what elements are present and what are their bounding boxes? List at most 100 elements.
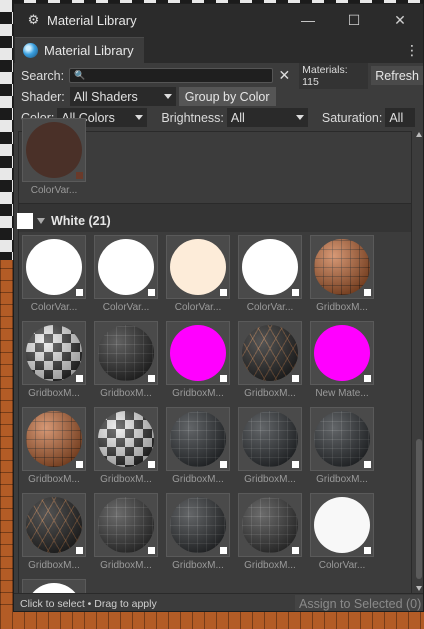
vertical-scrollbar[interactable] xyxy=(414,129,423,594)
chevron-down-icon xyxy=(135,115,144,120)
scroll-thumb[interactable] xyxy=(416,439,422,579)
close-button[interactable]: ✕ xyxy=(377,4,423,36)
app-gear-icon: ⚙ xyxy=(27,12,40,27)
clear-search-button[interactable]: ✕ xyxy=(276,67,293,84)
material-tile[interactable]: ColorVar... xyxy=(166,235,230,313)
material-sphere-icon xyxy=(23,43,38,58)
material-tile[interactable]: GridboxM... xyxy=(22,493,86,571)
material-thumbnail[interactable] xyxy=(22,321,86,385)
material-tile[interactable]: GridboxM... xyxy=(94,321,158,399)
material-sphere xyxy=(26,122,82,178)
material-tile[interactable]: GridboxM... xyxy=(310,235,374,313)
material-tile[interactable]: GridboxM... xyxy=(166,321,230,399)
selection-marker xyxy=(76,547,83,554)
material-label: GridboxM... xyxy=(316,302,368,313)
material-thumbnail[interactable] xyxy=(94,235,158,299)
material-sphere xyxy=(26,497,82,553)
tab-label: Material Library xyxy=(44,43,134,58)
material-tile[interactable]: GridboxM... xyxy=(166,493,230,571)
material-thumbnail[interactable] xyxy=(94,321,158,385)
selection-marker xyxy=(292,461,299,468)
material-tile[interactable]: GridboxM... xyxy=(238,321,302,399)
material-thumbnail[interactable] xyxy=(22,407,86,471)
material-thumbnail[interactable] xyxy=(166,493,230,557)
material-label: GridboxM... xyxy=(244,388,296,399)
tab-material-library[interactable]: Material Library xyxy=(15,37,144,63)
material-grid-panel[interactable]: ColorVar... White (21) ColorVar... ColorV… xyxy=(17,118,412,611)
material-thumbnail[interactable] xyxy=(22,118,86,182)
material-tile[interactable]: New Mate... xyxy=(310,321,374,399)
material-tile[interactable]: ColorVar... xyxy=(238,235,302,313)
saturation-dropdown[interactable]: All xyxy=(385,108,416,127)
group-title: White (21) xyxy=(51,214,111,228)
material-sphere xyxy=(170,239,226,295)
material-label: GridboxM... xyxy=(28,474,80,485)
material-tile[interactable]: ColorVar... xyxy=(310,493,374,571)
material-thumbnail[interactable] xyxy=(94,493,158,557)
material-thumbnail[interactable] xyxy=(94,407,158,471)
refresh-button[interactable]: Refresh xyxy=(371,66,423,85)
group-by-color-button[interactable]: Group by Color xyxy=(178,87,276,106)
material-tile[interactable]: GridboxM... xyxy=(94,407,158,485)
window-title: Material Library xyxy=(47,12,137,28)
selection-marker xyxy=(292,289,299,296)
material-thumbnail[interactable] xyxy=(238,407,302,471)
material-library-window: ⚙ Material Library — ☐ ✕ Material Librar… xyxy=(13,3,424,612)
material-sphere xyxy=(170,325,226,381)
material-thumbnail[interactable] xyxy=(238,493,302,557)
selection-marker xyxy=(148,375,155,382)
material-label: ColorVar... xyxy=(246,302,294,313)
scene-floor-bottom xyxy=(0,612,424,629)
status-hint: Click to select • Drag to apply xyxy=(20,598,157,610)
collapse-arrow-icon[interactable] xyxy=(37,218,45,224)
color-group-header[interactable]: White (21) xyxy=(17,212,411,230)
saturation-value: All xyxy=(389,110,404,125)
material-label: GridboxM... xyxy=(28,388,80,399)
search-label: Search: xyxy=(21,68,65,83)
maximize-button[interactable]: ☐ xyxy=(331,4,377,36)
material-sphere xyxy=(26,325,82,381)
material-thumbnail[interactable] xyxy=(166,321,230,385)
material-tile[interactable]: GridboxM... xyxy=(310,407,374,485)
scroll-up-icon[interactable] xyxy=(416,132,422,137)
material-tile[interactable]: ColorVar... xyxy=(22,235,86,313)
more-options-icon[interactable]: ⋮ xyxy=(405,42,419,59)
material-thumbnail[interactable] xyxy=(310,493,374,557)
material-tile[interactable]: GridboxM... xyxy=(238,407,302,485)
material-thumbnail[interactable] xyxy=(238,321,302,385)
materials-count: Materials: 115 xyxy=(299,62,369,89)
material-tile[interactable]: GridboxM... xyxy=(22,407,86,485)
material-label: ColorVar... xyxy=(174,302,222,313)
material-thumbnail[interactable] xyxy=(310,235,374,299)
shader-dropdown[interactable]: All Shaders xyxy=(69,87,176,106)
selection-marker xyxy=(364,375,371,382)
minimize-button[interactable]: — xyxy=(285,4,331,36)
search-input[interactable]: 🔍 xyxy=(69,68,273,83)
material-label: GridboxM... xyxy=(316,474,368,485)
material-tile[interactable]: GridboxM... xyxy=(22,321,86,399)
material-tile[interactable]: ColorVar... xyxy=(94,235,158,313)
material-thumbnail[interactable] xyxy=(310,407,374,471)
material-thumbnail[interactable] xyxy=(310,321,374,385)
material-label: ColorVar... xyxy=(102,302,150,313)
scroll-down-icon[interactable] xyxy=(416,586,422,591)
material-label: GridboxM... xyxy=(172,474,224,485)
selection-marker xyxy=(292,547,299,554)
material-sphere xyxy=(242,239,298,295)
material-thumbnail[interactable] xyxy=(22,235,86,299)
material-thumbnail[interactable] xyxy=(166,407,230,471)
brightness-dropdown[interactable]: All xyxy=(226,108,308,127)
material-label: ColorVar... xyxy=(318,560,366,571)
assign-to-selected-button[interactable]: Assign to Selected (0) xyxy=(295,595,423,611)
material-sphere xyxy=(242,497,298,553)
selection-marker xyxy=(364,461,371,468)
selection-marker xyxy=(76,289,83,296)
material-thumbnail[interactable] xyxy=(22,493,86,557)
selection-marker xyxy=(364,547,371,554)
material-thumbnail[interactable] xyxy=(166,235,230,299)
material-tile[interactable]: GridboxM... xyxy=(94,493,158,571)
material-tile[interactable]: GridboxM... xyxy=(238,493,302,571)
material-tile[interactable]: ColorVar... xyxy=(22,118,86,196)
material-thumbnail[interactable] xyxy=(238,235,302,299)
material-tile[interactable]: GridboxM... xyxy=(166,407,230,485)
